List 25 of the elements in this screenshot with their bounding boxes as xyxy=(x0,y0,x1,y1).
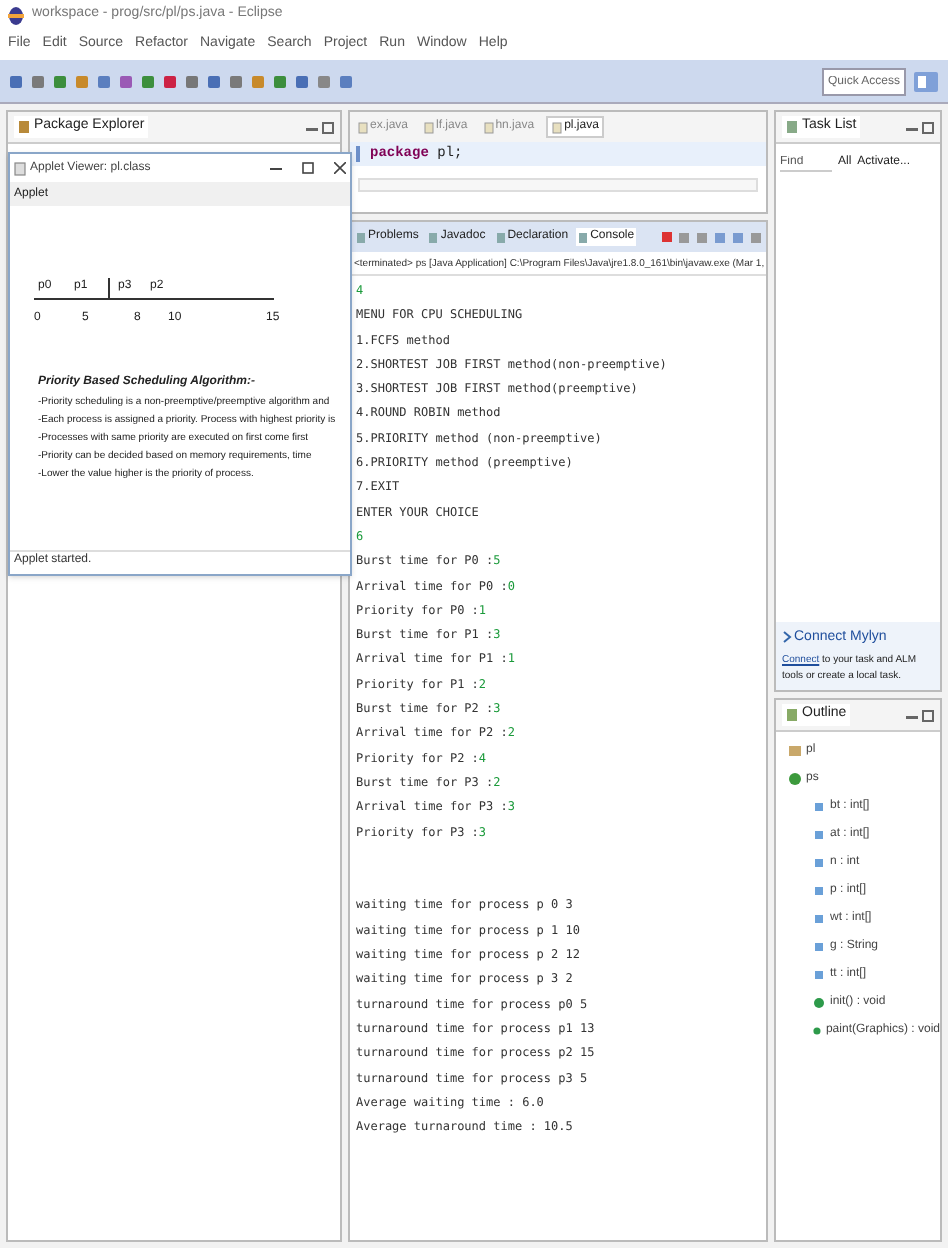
java-file-icon xyxy=(358,121,368,133)
view-icon xyxy=(18,120,30,134)
java-file-icon xyxy=(424,121,435,133)
maximize-icon xyxy=(302,162,314,174)
close-icon xyxy=(334,162,346,174)
applet-icon xyxy=(14,161,26,175)
connect-icon xyxy=(782,630,792,645)
view-icon xyxy=(578,231,589,243)
view-icon xyxy=(786,708,798,722)
maximize-icon xyxy=(922,121,934,133)
class-icon xyxy=(788,771,802,785)
minimize-icon xyxy=(270,162,282,174)
maximize-icon xyxy=(922,709,934,721)
view-icon xyxy=(786,120,798,134)
java-file-icon xyxy=(483,121,494,133)
view-icon xyxy=(356,231,366,243)
eclipse-icon xyxy=(8,5,24,25)
horizontal-scrollbar[interactable] xyxy=(358,178,758,192)
maximize-icon xyxy=(322,121,334,133)
perspective-icon xyxy=(912,69,940,93)
view-icon xyxy=(495,231,506,243)
stop-icon xyxy=(662,232,672,242)
package-icon xyxy=(788,743,802,757)
java-file-icon xyxy=(552,121,563,133)
view-icon xyxy=(428,231,439,243)
